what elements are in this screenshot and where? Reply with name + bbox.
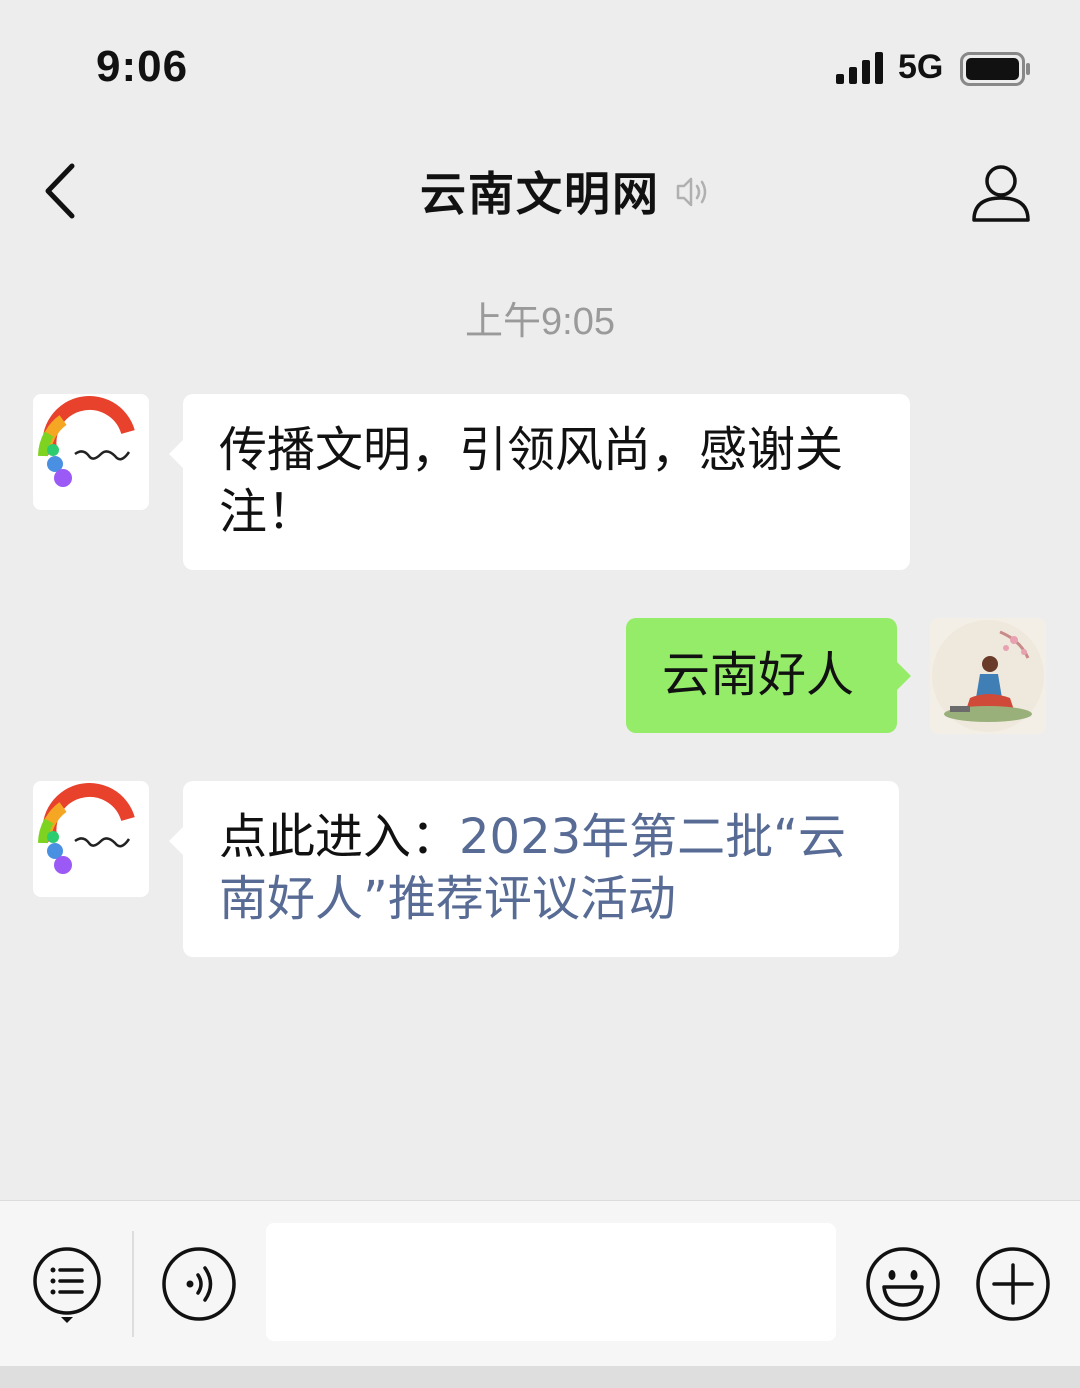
network-label: 5G bbox=[898, 48, 944, 86]
battery-icon bbox=[960, 52, 1030, 86]
status-bar: 9:06 5G bbox=[0, 0, 1080, 130]
account-avatar[interactable] bbox=[33, 781, 149, 897]
message-text: 传播文明，引领风尚，感谢关注！ bbox=[219, 422, 844, 540]
my-avatar[interactable] bbox=[930, 618, 1046, 734]
menu-toggle-icon[interactable] bbox=[30, 1245, 104, 1325]
account-avatar[interactable] bbox=[33, 394, 149, 510]
input-bar bbox=[0, 1200, 1080, 1367]
signal-icon bbox=[836, 52, 883, 84]
home-indicator-area bbox=[0, 1366, 1080, 1388]
speaker-icon bbox=[676, 177, 707, 207]
chat-header: 云南文明网 bbox=[0, 140, 1080, 250]
message-bubble-welcome[interactable]: 传播文明，引领风尚，感谢关注！ bbox=[169, 394, 910, 570]
message-input[interactable] bbox=[266, 1223, 836, 1341]
status-time: 9:06 bbox=[96, 42, 189, 91]
emoji-icon[interactable] bbox=[864, 1245, 942, 1323]
message-timestamp: 上午9:05 bbox=[465, 301, 615, 343]
message-bubble-sent[interactable]: 云南好人 bbox=[626, 618, 911, 733]
message-bubble-link[interactable]: 点此进入：2023年第二批“云南好人”推荐评议活动 bbox=[169, 781, 899, 957]
user-avatar-image-icon bbox=[932, 620, 1044, 732]
account-logo-icon bbox=[38, 395, 135, 487]
message-text: 云南好人 bbox=[662, 647, 855, 703]
message-prefix: 点此进入： bbox=[219, 809, 460, 865]
profile-icon[interactable] bbox=[968, 160, 1034, 226]
add-icon[interactable] bbox=[974, 1245, 1052, 1323]
chat-title: 云南文明网 bbox=[420, 167, 660, 221]
voice-icon[interactable] bbox=[160, 1245, 238, 1323]
input-divider bbox=[132, 1231, 134, 1337]
account-logo-icon bbox=[38, 782, 135, 874]
